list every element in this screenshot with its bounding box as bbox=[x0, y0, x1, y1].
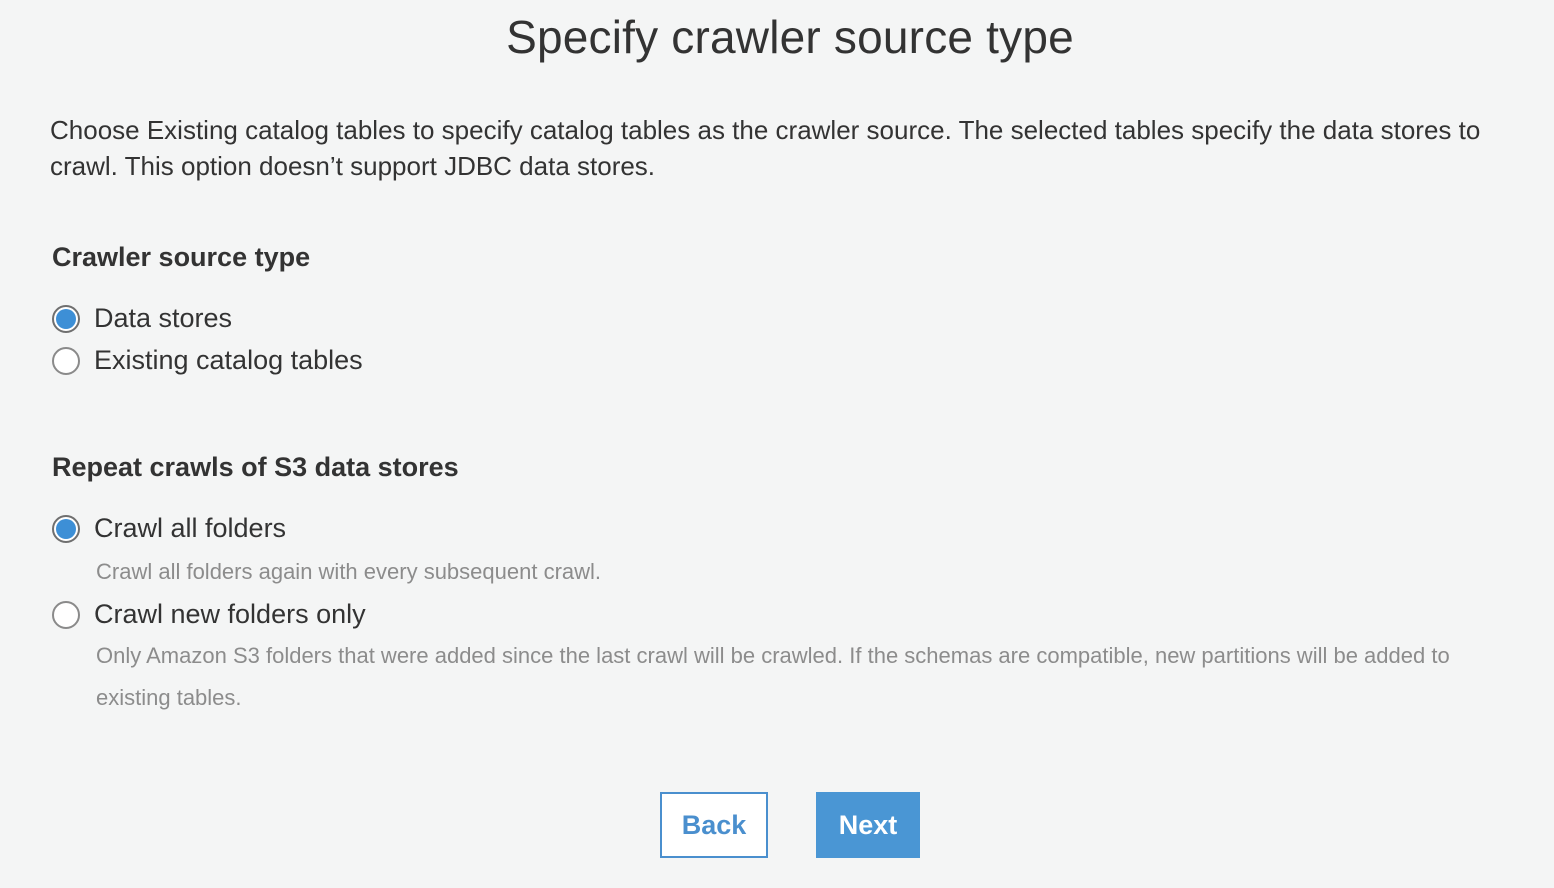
radio-crawl-all-folders[interactable]: Crawl all folders bbox=[52, 513, 286, 544]
radio-label-existing-catalog-tables: Existing catalog tables bbox=[94, 345, 363, 375]
radio-label-crawl-new-folders-only: Crawl new folders only bbox=[94, 599, 366, 629]
radio-button-selected[interactable] bbox=[52, 304, 80, 333]
radio-label-crawl-all-folders: Crawl all folders bbox=[94, 513, 287, 543]
crawler-source-type-heading: Crawler source type bbox=[52, 242, 311, 272]
back-button[interactable]: Back bbox=[660, 792, 768, 858]
radio-existing-catalog-tables[interactable]: Existing catalog tables bbox=[52, 345, 363, 376]
radio-crawl-new-folders-only[interactable]: Crawl new folders only bbox=[52, 599, 366, 630]
page-title: Specify crawler source type bbox=[506, 11, 1074, 63]
crawl-all-folders-help: Crawl all folders again with every subse… bbox=[96, 559, 602, 584]
radio-data-stores[interactable]: Data stores bbox=[52, 303, 232, 334]
radio-dot bbox=[56, 518, 76, 539]
next-button[interactable]: Next bbox=[816, 792, 920, 858]
radio-button-unselected[interactable] bbox=[52, 346, 80, 375]
radio-label-data-stores: Data stores bbox=[94, 303, 233, 333]
radio-button-selected[interactable] bbox=[52, 514, 80, 543]
crawl-new-folders-only-help: Only Amazon S3 folders that were added s… bbox=[96, 643, 1450, 710]
repeat-crawls-heading: Repeat crawls of S3 data stores bbox=[52, 452, 459, 482]
radio-dot bbox=[56, 308, 76, 329]
radio-button-unselected[interactable] bbox=[52, 600, 80, 629]
page-description: Choose Existing catalog tables to specif… bbox=[50, 115, 1481, 181]
